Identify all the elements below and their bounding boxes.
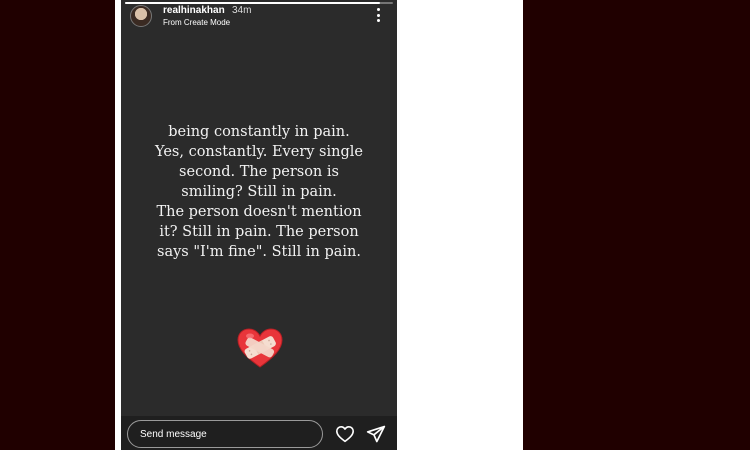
more-vertical-icon[interactable] xyxy=(375,8,381,22)
story-progress-fill xyxy=(125,2,380,4)
story-progress-bar xyxy=(125,2,393,4)
story-viewer[interactable]: realhinakhan 34m From Create Mode being … xyxy=(121,0,397,450)
story-text-line: The person doesn't mention xyxy=(156,204,362,220)
mending-heart-icon xyxy=(237,328,283,368)
username[interactable]: realhinakhan xyxy=(163,5,225,16)
story-header: realhinakhan 34m From Create Mode xyxy=(121,0,397,34)
story-text-line: being constantly in pain. xyxy=(168,124,350,140)
page-background-left xyxy=(0,0,115,450)
story-text: being constantly in pain. Yes, constantl… xyxy=(121,122,397,262)
heart-outline-icon[interactable] xyxy=(335,425,355,443)
reply-bar xyxy=(121,416,397,450)
post-time: 34m xyxy=(232,5,252,16)
send-message-input[interactable] xyxy=(127,420,323,448)
story-text-line: it? Still in pain. The person xyxy=(159,224,359,240)
story-text-line: says "I'm fine". Still in pain. xyxy=(157,244,361,260)
story-text-line: second. The person is xyxy=(179,164,339,180)
page-background-right xyxy=(523,0,750,450)
story-text-line: Yes, constantly. Every single xyxy=(155,144,363,160)
story-text-line: smiling? Still in pain. xyxy=(181,184,337,200)
story-subtitle[interactable]: From Create Mode xyxy=(163,18,230,27)
paper-plane-icon[interactable] xyxy=(366,424,386,444)
avatar[interactable] xyxy=(130,5,152,27)
